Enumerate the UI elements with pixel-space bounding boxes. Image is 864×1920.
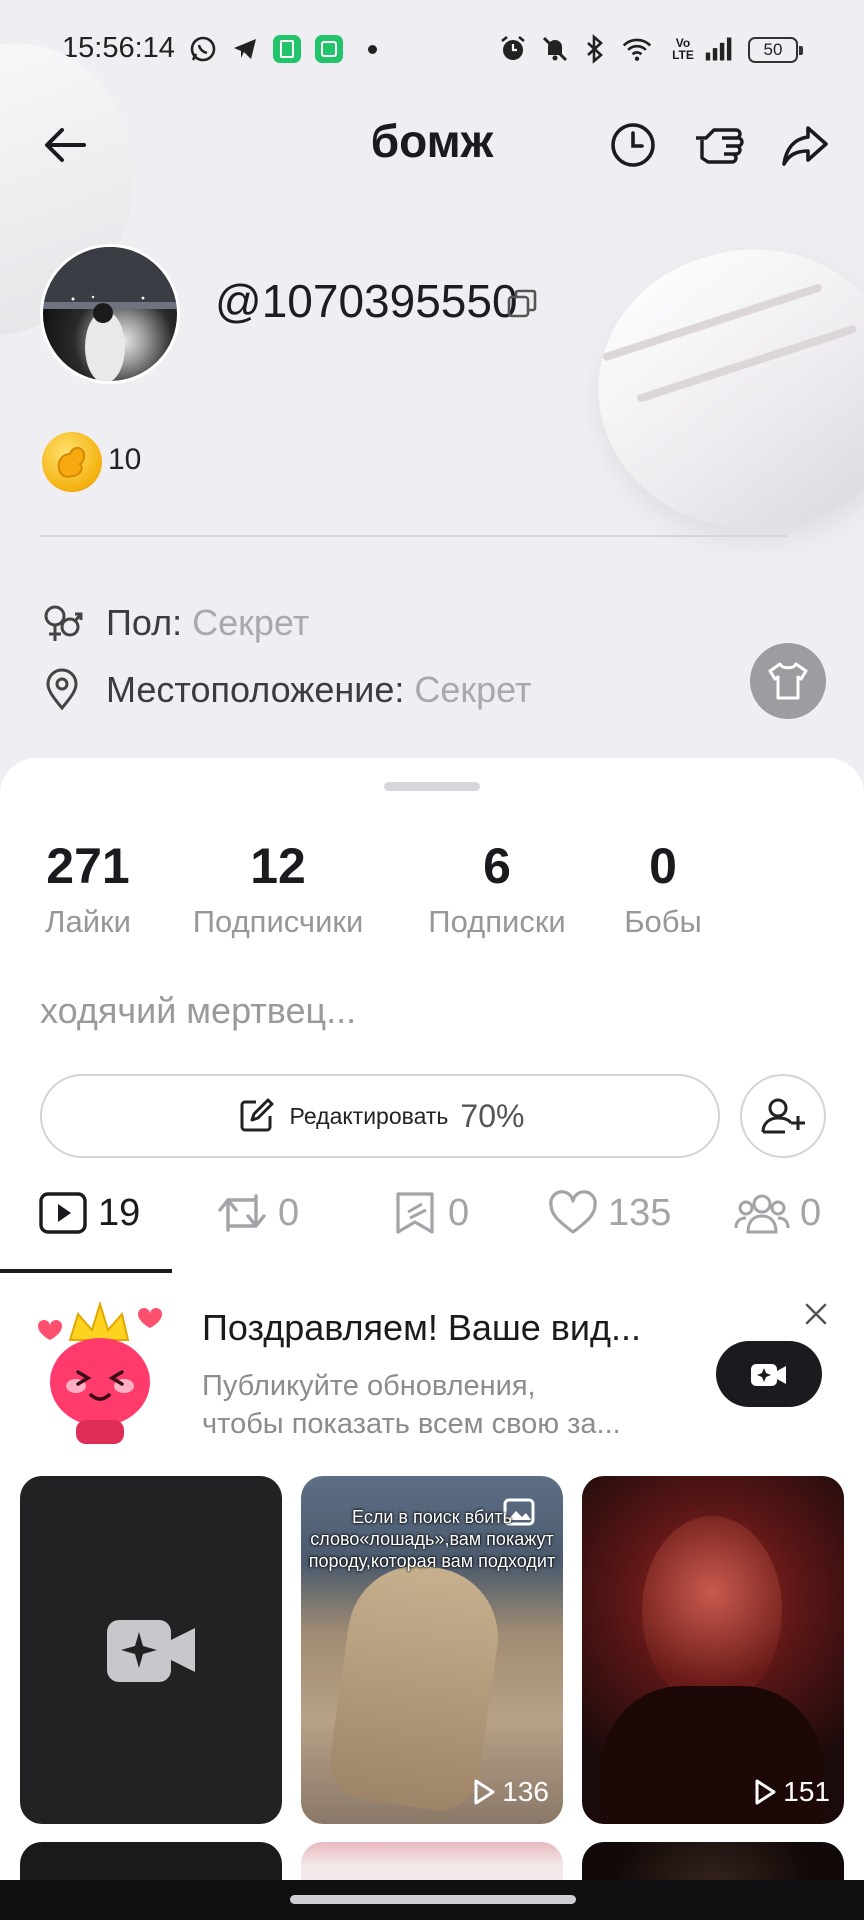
location-row: Местоположение: Секрет bbox=[40, 668, 532, 712]
video-thumbnail bbox=[642, 1516, 782, 1706]
decorative-shape-right bbox=[564, 210, 864, 570]
tab-reposts-count: 0 bbox=[278, 1191, 300, 1234]
video-camera-sparkle-icon bbox=[751, 1364, 786, 1386]
bookmark-icon bbox=[396, 1192, 434, 1234]
repost-icon bbox=[218, 1194, 266, 1232]
tab-saved-count: 0 bbox=[448, 1191, 470, 1234]
edit-profile-button[interactable]: Редактировать 70% bbox=[40, 1074, 720, 1158]
banner-subtitle-line2: чтобы показать всем свою за... bbox=[202, 1408, 621, 1440]
stat-following-label: Подписки bbox=[428, 904, 566, 939]
tshirt-icon bbox=[768, 662, 808, 700]
stat-followers[interactable]: 12 Подписчики bbox=[178, 836, 378, 940]
stat-following-value: 6 bbox=[483, 838, 511, 894]
battery-icon: 50 bbox=[748, 37, 803, 63]
stat-likes-label: Лайки bbox=[45, 904, 131, 939]
app-icon-green-2 bbox=[314, 34, 344, 64]
mascot-illustration bbox=[34, 1300, 164, 1448]
gesture-hand-icon[interactable] bbox=[692, 120, 744, 170]
bio-text: ходячий мертвец... bbox=[40, 990, 357, 1031]
tab-friends[interactable]: 0 bbox=[734, 1190, 821, 1236]
banner-subtitle-line1: Публикуйте обновления, bbox=[202, 1370, 536, 1402]
view-count-value: 136 bbox=[502, 1776, 549, 1807]
whatsapp-icon bbox=[188, 34, 218, 64]
video-tile[interactable]: 151 bbox=[582, 1476, 844, 1824]
view-count-value: 151 bbox=[783, 1776, 830, 1807]
stat-followers-label: Подписчики bbox=[192, 904, 364, 939]
stat-following[interactable]: 6 Подписки bbox=[410, 836, 584, 940]
tab-videos[interactable]: 19 bbox=[38, 1190, 140, 1236]
copy-icon[interactable] bbox=[505, 287, 539, 321]
status-time: 15:56:14 bbox=[62, 32, 175, 64]
system-navigation-bar bbox=[0, 1880, 864, 1920]
tab-saved[interactable]: 0 bbox=[392, 1190, 469, 1236]
stat-beans-label: Бобы bbox=[624, 904, 702, 939]
status-bar: 15:56:14 Vo LTE 50 bbox=[0, 0, 864, 100]
avatar[interactable] bbox=[40, 244, 180, 384]
close-icon[interactable] bbox=[800, 1298, 832, 1330]
battery-level: 50 bbox=[763, 40, 783, 59]
banner-title: Поздравляем! Ваше вид... bbox=[202, 1307, 642, 1348]
view-count: 136 bbox=[472, 1776, 549, 1808]
stat-followers-value: 12 bbox=[250, 838, 306, 894]
username: @1070395550 bbox=[215, 275, 518, 327]
location-pin-icon bbox=[46, 668, 78, 711]
add-friend-button[interactable] bbox=[740, 1074, 826, 1158]
play-icon bbox=[755, 1779, 776, 1805]
edit-profile-label: Редактировать bbox=[289, 1102, 449, 1129]
play-icon bbox=[474, 1779, 495, 1805]
video-caption: Если в поиск вбить слово«лошадь»,вам пок… bbox=[308, 1507, 556, 1571]
stat-beans[interactable]: 0 Бобы bbox=[610, 836, 716, 940]
active-tab-indicator bbox=[0, 1269, 172, 1273]
bluetooth-icon bbox=[580, 34, 610, 64]
stat-beans-value: 0 bbox=[649, 838, 677, 894]
sheet-handle[interactable] bbox=[384, 782, 480, 791]
tab-videos-count: 19 bbox=[98, 1191, 141, 1234]
tab-liked[interactable]: 135 bbox=[548, 1190, 671, 1236]
wifi-icon bbox=[622, 34, 652, 64]
create-video-tile[interactable] bbox=[20, 1476, 282, 1824]
tab-reposts[interactable]: 0 bbox=[216, 1190, 299, 1236]
outfit-button[interactable] bbox=[750, 643, 826, 719]
divider bbox=[40, 535, 787, 537]
gender-value: Секрет bbox=[192, 602, 310, 643]
gender-row: Пол: Секрет bbox=[40, 601, 309, 645]
add-user-icon bbox=[761, 1098, 805, 1134]
tab-liked-count: 135 bbox=[608, 1191, 672, 1234]
gender-label: Пол: bbox=[106, 602, 183, 643]
coin-count: 10 bbox=[108, 443, 142, 476]
app-icon-green bbox=[272, 34, 302, 64]
stat-likes-value: 271 bbox=[46, 838, 130, 894]
location-value: Секрет bbox=[414, 669, 532, 710]
mute-icon bbox=[540, 34, 570, 64]
telegram-icon bbox=[230, 34, 260, 64]
volte-icon: Vo LTE bbox=[672, 36, 694, 62]
video-tile[interactable]: Если в поиск вбить слово«лошадь»,вам пок… bbox=[301, 1476, 563, 1824]
tab-friends-count: 0 bbox=[800, 1191, 822, 1234]
dot-icon bbox=[357, 34, 387, 64]
gender-icon bbox=[44, 605, 83, 641]
video-play-icon bbox=[39, 1192, 87, 1234]
edit-icon bbox=[240, 1098, 274, 1132]
heart-icon bbox=[549, 1190, 597, 1234]
profile-completion: 70% bbox=[460, 1097, 525, 1134]
view-count: 151 bbox=[753, 1776, 830, 1808]
video-camera-sparkle-icon bbox=[107, 1620, 195, 1682]
alarm-icon bbox=[498, 34, 528, 64]
location-label: Местоположение: bbox=[106, 669, 405, 710]
home-indicator[interactable] bbox=[290, 1895, 576, 1904]
group-icon bbox=[734, 1194, 790, 1234]
stat-likes[interactable]: 271 Лайки bbox=[30, 836, 146, 940]
coin-icon[interactable] bbox=[42, 432, 102, 492]
share-icon[interactable] bbox=[780, 120, 830, 170]
history-icon[interactable] bbox=[608, 120, 658, 170]
create-video-button[interactable] bbox=[716, 1341, 822, 1407]
signal-icon bbox=[704, 34, 734, 64]
